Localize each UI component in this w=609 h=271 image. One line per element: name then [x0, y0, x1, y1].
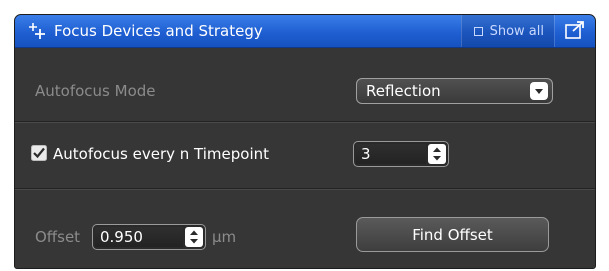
divider — [15, 121, 595, 123]
autofocus-mode-dropdown[interactable]: Reflection — [356, 78, 553, 104]
undock-button[interactable] — [554, 15, 595, 47]
show-all-toggle[interactable]: Show all — [460, 15, 554, 47]
autofocus-timepoint-checkbox[interactable] — [31, 145, 47, 161]
checkbox-icon — [473, 26, 483, 36]
panel-title: Focus Devices and Strategy — [54, 22, 263, 40]
divider — [15, 188, 595, 190]
timepoint-stepper[interactable]: 3 — [353, 141, 449, 167]
autofocus-timepoint-label: Autofocus every n Timepoint — [53, 145, 270, 163]
focus-devices-panel: Focus Devices and Strategy Show all Auto… — [14, 14, 596, 269]
autofocus-mode-label: Autofocus Mode — [35, 82, 156, 100]
undock-icon — [565, 21, 584, 39]
autofocus-mode-value: Reflection — [366, 82, 441, 100]
stepper-arrows-icon[interactable] — [428, 144, 446, 164]
offset-unit: µm — [212, 228, 237, 246]
show-all-label: Show all — [489, 23, 544, 39]
chevron-down-icon — [530, 82, 548, 100]
plus-sparkle-icon — [29, 23, 45, 39]
panel-header: Focus Devices and Strategy Show all — [15, 15, 595, 48]
timepoint-input[interactable]: 3 — [356, 144, 426, 164]
offset-stepper[interactable]: 0.950 — [92, 224, 206, 250]
offset-label: Offset — [35, 228, 81, 246]
find-offset-button[interactable]: Find Offset — [356, 217, 549, 252]
offset-input[interactable]: 0.950 — [95, 227, 183, 247]
stepper-arrows-icon[interactable] — [185, 227, 203, 247]
